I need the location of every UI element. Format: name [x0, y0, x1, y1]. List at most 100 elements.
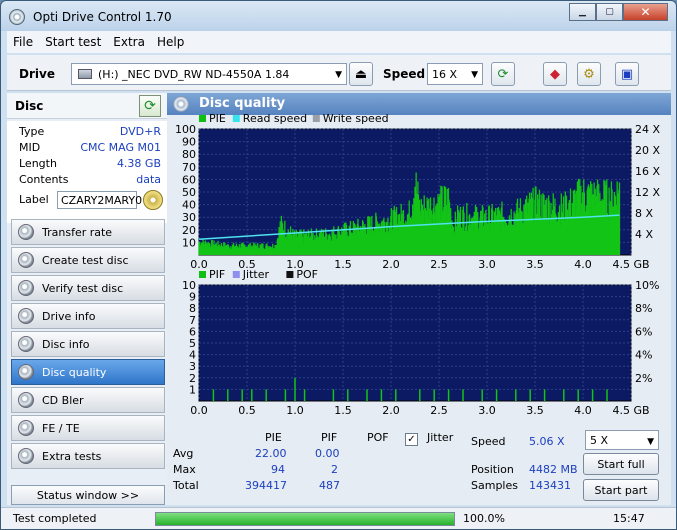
- x-tick-label: 4.5 GB: [612, 258, 649, 271]
- disc-tools-button[interactable]: ⚙: [577, 62, 601, 86]
- y-tick-label: 70: [182, 161, 196, 174]
- progress-bar: [155, 512, 455, 526]
- total-label: Total: [173, 479, 199, 492]
- x-tick-label: 1.5: [334, 258, 352, 271]
- drive-select[interactable]: (H:) _NEC DVD_RW ND-4550A 1.84 ▼: [71, 63, 347, 85]
- start-part-button[interactable]: Start part: [583, 479, 659, 501]
- y-tick-label: 40: [182, 199, 196, 212]
- refresh-disc-button[interactable]: ⟳: [139, 95, 161, 117]
- samples-label: Samples: [471, 479, 518, 492]
- total-pie: 394417: [245, 479, 287, 492]
- nav-cd-bler[interactable]: CD Bler: [11, 387, 165, 413]
- y-tick-label: 1: [189, 383, 196, 396]
- save-button[interactable]: ▣: [615, 62, 639, 86]
- disc-icon: [18, 280, 34, 296]
- menu-extra[interactable]: Extra: [107, 35, 151, 49]
- max-label: Max: [173, 463, 196, 476]
- y-tick-label: 7: [189, 314, 196, 327]
- label-input[interactable]: CZARY2MARY0: [57, 191, 142, 209]
- y-tick-label: 80: [182, 148, 196, 161]
- nav-fe-te[interactable]: FE / TE: [11, 415, 165, 441]
- legend-label: Write speed: [323, 112, 389, 125]
- nav-extra-tests[interactable]: Extra tests: [11, 443, 165, 469]
- x-tick-label: 3.0: [478, 258, 496, 271]
- left-panel: Disc ⟳ Type DVD+R MID CMC MAG M01 Length 4.…: [7, 93, 167, 505]
- max-pie: 94: [271, 463, 285, 476]
- nav-disc-info[interactable]: Disc info: [11, 331, 165, 357]
- nav-label: FE / TE: [42, 421, 80, 435]
- nav-disc-quality[interactable]: Disc quality: [11, 359, 165, 385]
- chevron-down-icon: ▼: [335, 70, 342, 80]
- gears-icon: ⚙: [583, 66, 595, 82]
- maximize-button[interactable]: ▢: [596, 3, 623, 21]
- total-pif: 487: [319, 479, 340, 492]
- legend-label: PIF: [209, 268, 225, 281]
- chevron-down-icon: ▼: [471, 70, 478, 80]
- info-row-mid: MID CMC MAG M01: [19, 141, 161, 157]
- speed-select[interactable]: 16 X ▼: [427, 63, 483, 85]
- legend-label: Read speed: [243, 112, 307, 125]
- y-tick-label: 20: [182, 224, 196, 237]
- contents-value: data: [136, 173, 161, 186]
- eject-button[interactable]: ⏏: [349, 62, 373, 86]
- nav-label: CD Bler: [42, 393, 84, 407]
- title-bar: Opti Drive Control 1.70 ▁ ▢ ✕: [1, 1, 676, 31]
- mid-value: CMC MAG M01: [80, 141, 161, 154]
- test-speed-select[interactable]: 5 X ▼: [585, 430, 659, 450]
- right-tick-label: 20 X: [635, 144, 660, 157]
- menu-file[interactable]: File: [7, 35, 39, 49]
- type-label: Type: [19, 125, 45, 138]
- disc-quality-charts: 1020304050607080901000.0 0.5 1.0 1.5 2.0 2.5 3…: [175, 112, 660, 417]
- legend-swatch: [312, 115, 320, 122]
- jitter-checkbox[interactable]: ✓: [405, 433, 418, 446]
- start-full-button[interactable]: Start full: [583, 453, 659, 475]
- nav-create-test-disc[interactable]: Create test disc: [11, 247, 165, 273]
- drive-label: Drive: [19, 67, 55, 81]
- nav-label: Disc quality: [42, 365, 107, 379]
- y-tick-label: 6: [189, 325, 196, 338]
- menu-help[interactable]: Help: [151, 35, 190, 49]
- nav-drive-info[interactable]: Drive info: [11, 303, 165, 329]
- close-button[interactable]: ✕: [623, 3, 668, 21]
- refresh-icon: ⟳: [497, 66, 509, 82]
- maximize-icon: ▢: [605, 7, 614, 17]
- legend-swatch: [232, 115, 240, 122]
- speed-select-value: 16 X: [432, 68, 458, 81]
- col-pof: POF: [367, 431, 389, 444]
- y-tick-label: 4: [189, 349, 196, 362]
- nav-verify-test-disc[interactable]: Verify test disc: [11, 275, 165, 301]
- speed-label: Speed: [383, 67, 426, 81]
- y-tick-label: 100: [175, 123, 196, 136]
- chevron-down-icon: ▼: [647, 437, 654, 447]
- nav-transfer-rate[interactable]: Transfer rate: [11, 219, 165, 245]
- legend-swatch: [199, 115, 206, 122]
- status-bar: Test completed 100.0% 15:47: [1, 507, 676, 529]
- disc-icon: [18, 224, 34, 240]
- x-tick-label: 3.5: [526, 258, 544, 271]
- refresh-icon: ⟳: [144, 98, 156, 114]
- nav-list: Transfer rate Create test disc Verify te…: [11, 219, 165, 471]
- speed-stat-value: 5.06 X: [529, 435, 565, 448]
- col-pie: PIE: [265, 431, 282, 444]
- minimize-icon: ▁: [579, 7, 586, 17]
- x-tick-label: 4.0: [574, 404, 592, 417]
- menu-start-test[interactable]: Start test: [39, 35, 107, 49]
- x-tick-label: 2.0: [382, 258, 400, 271]
- disc-header: Disc ⟳: [7, 93, 167, 119]
- y-tick-label: 30: [182, 211, 196, 224]
- x-tick-label: 2.5: [430, 258, 448, 271]
- position-value: 4482 MB: [529, 463, 578, 476]
- erase-button[interactable]: ◆: [543, 62, 567, 86]
- right-tick-label: 16 X: [635, 165, 660, 178]
- disc-icon: [18, 420, 34, 436]
- minimize-button[interactable]: ▁: [569, 3, 596, 21]
- mid-label: MID: [19, 141, 41, 154]
- disc-icon: [18, 364, 34, 380]
- right-tick-label: 8 X: [635, 207, 653, 220]
- disc-app-icon: [9, 9, 25, 25]
- x-tick-label: 3.0: [478, 404, 496, 417]
- status-window-button[interactable]: Status window >>: [11, 485, 165, 505]
- label-disc-icon[interactable]: [143, 190, 163, 210]
- length-label: Length: [19, 157, 57, 170]
- refresh-speed-button[interactable]: ⟳: [491, 62, 515, 86]
